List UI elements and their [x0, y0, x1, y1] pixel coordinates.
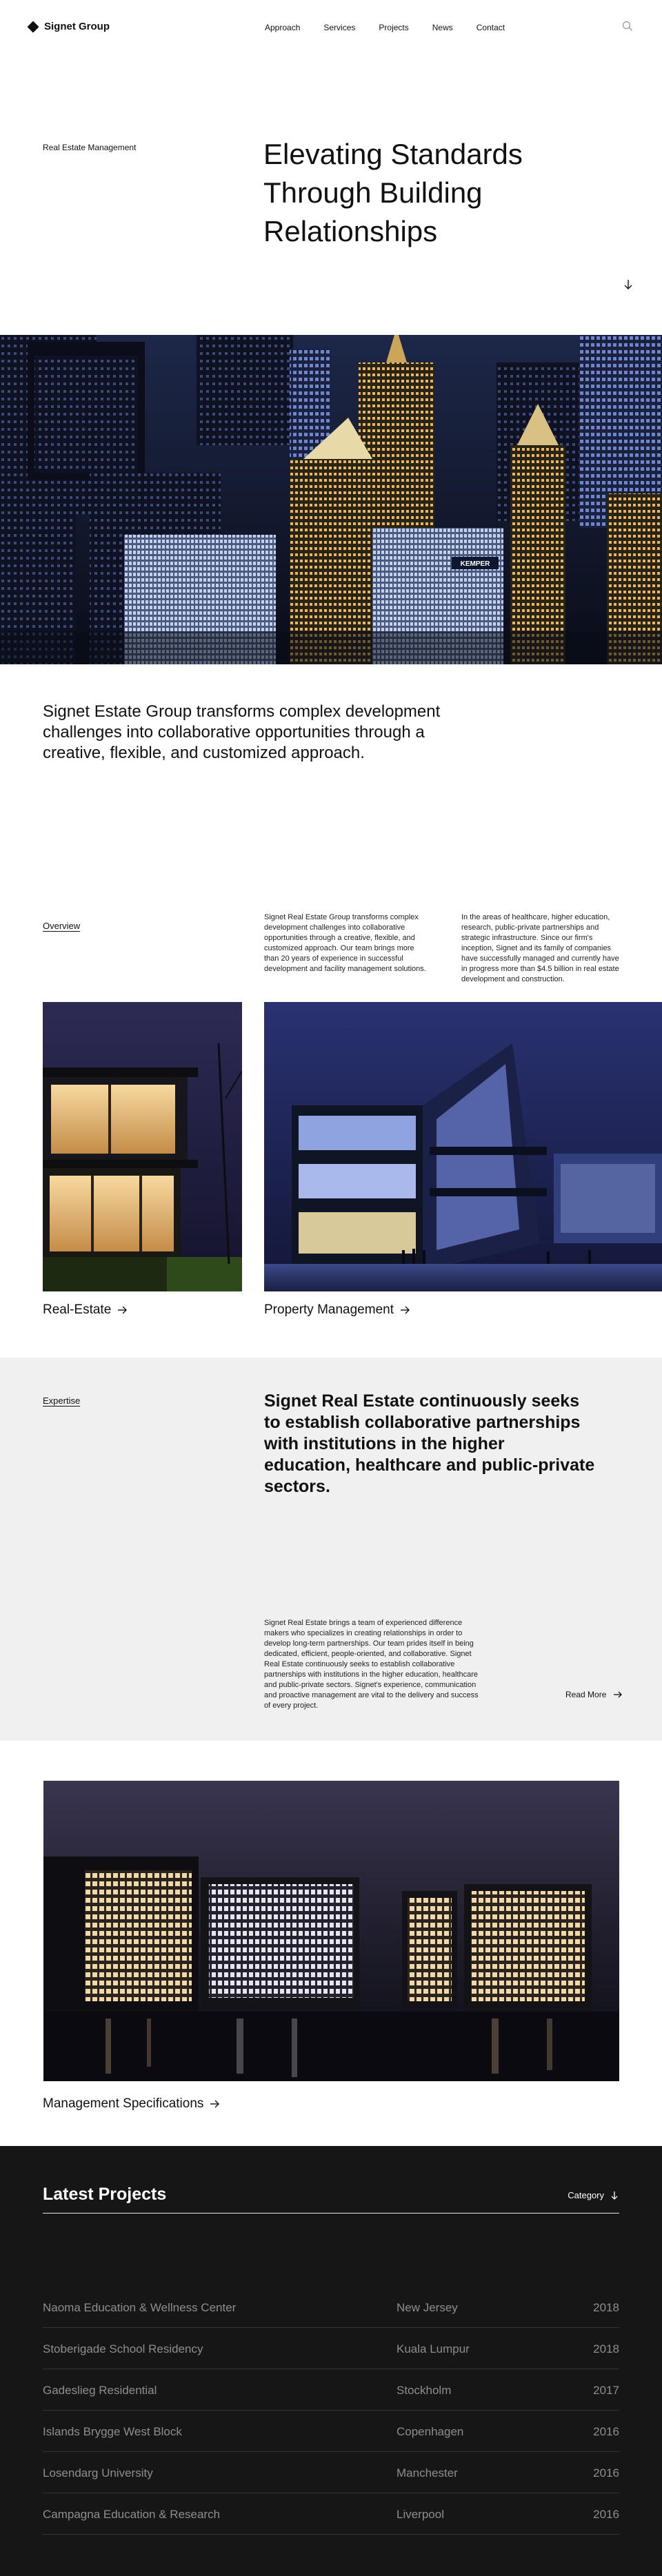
project-name: Campagna Education & Research	[43, 2508, 221, 2521]
read-more-button[interactable]: Read More	[565, 1690, 623, 1699]
hero-section: Real Estate Management Elevating Standar…	[0, 55, 662, 289]
site-header: Signet Group Approach Services Projects …	[0, 0, 662, 55]
intro-statement: Signet Estate Group transforms complex d…	[43, 702, 441, 762]
overview-section: Overview Signet Real Estate Group transf…	[0, 912, 662, 1002]
expertise-section: Expertise Signet Real Estate continuousl…	[0, 1358, 662, 1741]
arrow-right-icon	[614, 1691, 623, 1698]
property-management-image[interactable]	[264, 1002, 662, 1291]
nav-item-news[interactable]: News	[432, 23, 453, 32]
category-filter[interactable]: Category	[568, 2190, 619, 2200]
project-row[interactable]: Campagna Education & Research Liverpool …	[43, 2493, 619, 2535]
project-name: Stoberigade School Residency	[43, 2342, 203, 2355]
projects-divider	[43, 2213, 619, 2214]
brand-logo[interactable]: Signet Group	[27, 21, 110, 32]
projects-title: Latest Projects	[43, 2185, 167, 2204]
management-spec-label: Management Specifications	[43, 2096, 204, 2111]
overview-text-2: In the areas of healthcare, higher educa…	[461, 913, 619, 983]
project-city: New Jersey	[397, 2301, 458, 2314]
nav-item-projects[interactable]: Projects	[379, 23, 408, 32]
project-row[interactable]: Naoma Education & Wellness Center New Je…	[43, 2287, 619, 2328]
project-year: 2018	[593, 2301, 619, 2314]
main-nav: Approach Services Projects News Contact	[265, 23, 528, 32]
project-year: 2018	[593, 2342, 619, 2355]
management-spec-section: Management Specifications	[0, 1741, 662, 2146]
city-skyline-image: KEMPER	[0, 335, 662, 664]
expertise-title: Signet Real Estate continuously seeks to…	[264, 1391, 595, 1496]
expertise-label[interactable]: Expertise	[43, 1396, 80, 1406]
category-label: Category	[568, 2190, 604, 2200]
latest-projects-section: Latest Projects Category Naoma Education…	[0, 2146, 662, 2576]
expertise-body: Signet Real Estate brings a team of expe…	[264, 1619, 479, 1710]
project-name: Naoma Education & Wellness Center	[43, 2301, 237, 2314]
arrow-right-icon	[210, 2100, 220, 2108]
real-estate-link[interactable]: Real-Estate	[43, 1302, 128, 1318]
project-city: Stockholm	[397, 2384, 452, 2397]
arrow-right-icon	[401, 1306, 410, 1314]
project-row[interactable]: Islands Brygge West Block Copenhagen 201…	[43, 2411, 619, 2452]
diamond-logo-icon	[27, 21, 39, 32]
kemper-sign: KEMPER	[461, 560, 491, 568]
hero-kicker: Real Estate Management	[43, 143, 137, 152]
project-city: Liverpool	[397, 2508, 444, 2521]
project-name: Gadeslieg Residential	[43, 2384, 157, 2397]
arrow-down-icon[interactable]	[622, 278, 634, 291]
read-more-label: Read More	[565, 1690, 607, 1699]
overview-label[interactable]: Overview	[43, 921, 80, 931]
project-name: Losendarg University	[43, 2466, 153, 2480]
property-management-label: Property Management	[264, 1302, 394, 1317]
overview-text-1: Signet Real Estate Group transforms comp…	[264, 913, 426, 973]
project-row[interactable]: Stoberigade School Residency Kuala Lumpu…	[43, 2328, 619, 2369]
project-city: Kuala Lumpur	[397, 2342, 470, 2355]
hero-title: Elevating Standards Through Building Rel…	[263, 138, 523, 247]
real-estate-image[interactable]	[43, 1002, 242, 1291]
project-name: Islands Brygge West Block	[43, 2425, 182, 2438]
intro-section: Signet Estate Group transforms complex d…	[0, 664, 662, 912]
project-year: 2016	[593, 2425, 619, 2438]
project-year: 2017	[593, 2384, 619, 2397]
nav-item-approach[interactable]: Approach	[265, 23, 300, 32]
service-cards: Real-Estate Property Management	[0, 1002, 662, 1358]
waterfront-buildings-image[interactable]	[43, 1781, 619, 2081]
search-icon[interactable]	[622, 21, 633, 32]
property-management-link[interactable]: Property Management	[264, 1302, 410, 1318]
arrow-down-icon	[611, 2191, 618, 2200]
project-year: 2016	[593, 2508, 619, 2521]
arrow-right-icon	[118, 1306, 128, 1314]
project-row[interactable]: Losendarg University Manchester 2016	[43, 2452, 619, 2493]
project-year: 2016	[593, 2466, 619, 2480]
nav-item-contact[interactable]: Contact	[477, 23, 505, 32]
management-spec-link[interactable]: Management Specifications	[43, 2096, 220, 2112]
brand-name: Signet Group	[44, 21, 110, 32]
project-city: Manchester	[397, 2466, 458, 2480]
project-city: Copenhagen	[397, 2425, 464, 2438]
projects-list: Naoma Education & Wellness Center New Je…	[43, 2287, 619, 2535]
real-estate-label: Real-Estate	[43, 1302, 112, 1317]
project-row[interactable]: Gadeslieg Residential Stockholm 2017	[43, 2369, 619, 2411]
nav-item-services[interactable]: Services	[323, 23, 355, 32]
